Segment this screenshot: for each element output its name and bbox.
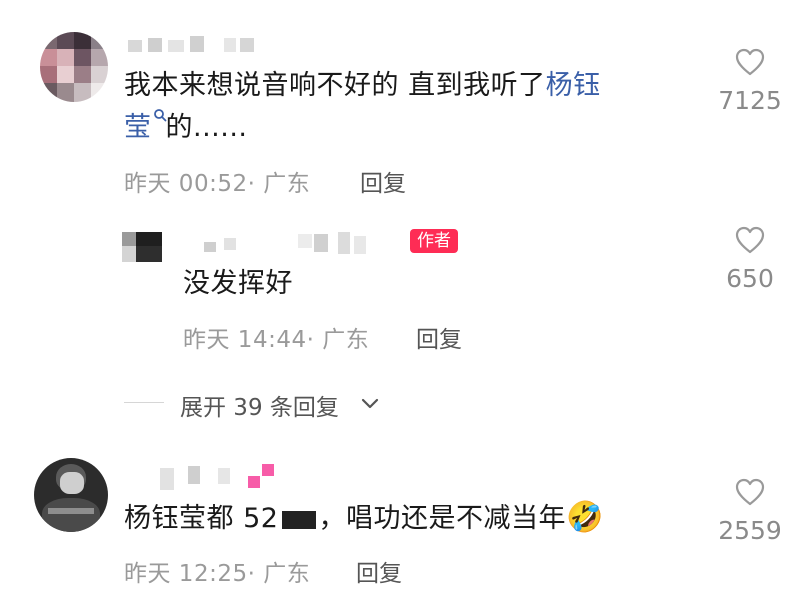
location: · 广东	[306, 327, 370, 353]
location: · 广东	[247, 561, 311, 587]
comment-text: 我本来想说音响不好的 直到我听了杨钰	[124, 70, 601, 101]
like-button[interactable]: 2559	[700, 478, 800, 548]
reply-button[interactable]: 回复	[416, 320, 462, 354]
avatar[interactable]	[40, 32, 108, 102]
location: · 广东	[247, 171, 311, 197]
like-count: 2559	[718, 516, 782, 545]
avatar[interactable]	[34, 458, 108, 532]
timestamp: 昨天 12:25	[124, 561, 248, 587]
like-button[interactable]: 650	[700, 226, 800, 296]
mentioned-link[interactable]: 莹	[124, 112, 152, 143]
mentioned-link[interactable]: 杨钰	[546, 70, 601, 101]
reply-button[interactable]: 回复	[360, 164, 406, 198]
timestamp: 昨天 00:52	[124, 171, 248, 197]
username-redacted[interactable]	[128, 36, 268, 56]
heart-outline-icon[interactable]	[735, 478, 765, 506]
divider	[124, 402, 164, 403]
redaction-mark	[282, 510, 317, 529]
expand-replies[interactable]: 展开 39 条回复	[124, 386, 424, 422]
chevron-down-icon[interactable]	[360, 396, 380, 410]
comment-text-continued: 莹 的......	[124, 108, 684, 148]
comment-meta: 昨天 12:25· 广东	[124, 554, 310, 588]
timestamp: 昨天 14:44	[183, 327, 307, 353]
comment-meta: 昨天 00:52· 广东	[124, 164, 310, 198]
heart-outline-icon[interactable]	[735, 226, 765, 254]
expand-replies-label[interactable]: 展开 39 条回复	[180, 388, 339, 422]
reply-text: 没发挥好	[183, 268, 293, 299]
username-redacted[interactable]	[190, 232, 380, 256]
comment-text: 杨钰莹都 52 ，唱功还是不减当年🤣	[124, 500, 604, 535]
reply-button[interactable]: 回复	[356, 554, 402, 588]
reply-meta: 昨天 14:44· 广东	[183, 320, 369, 354]
avatar[interactable]	[122, 232, 162, 262]
author-badge: 作者	[410, 229, 458, 253]
like-button[interactable]: 7125	[700, 48, 800, 118]
laughing-emoji-icon: 🤣	[565, 500, 604, 535]
search-icon[interactable]	[153, 94, 167, 122]
heart-outline-icon[interactable]	[735, 48, 765, 76]
username-redacted[interactable]	[160, 462, 280, 492]
like-count: 7125	[718, 86, 782, 115]
like-count: 650	[726, 264, 774, 293]
